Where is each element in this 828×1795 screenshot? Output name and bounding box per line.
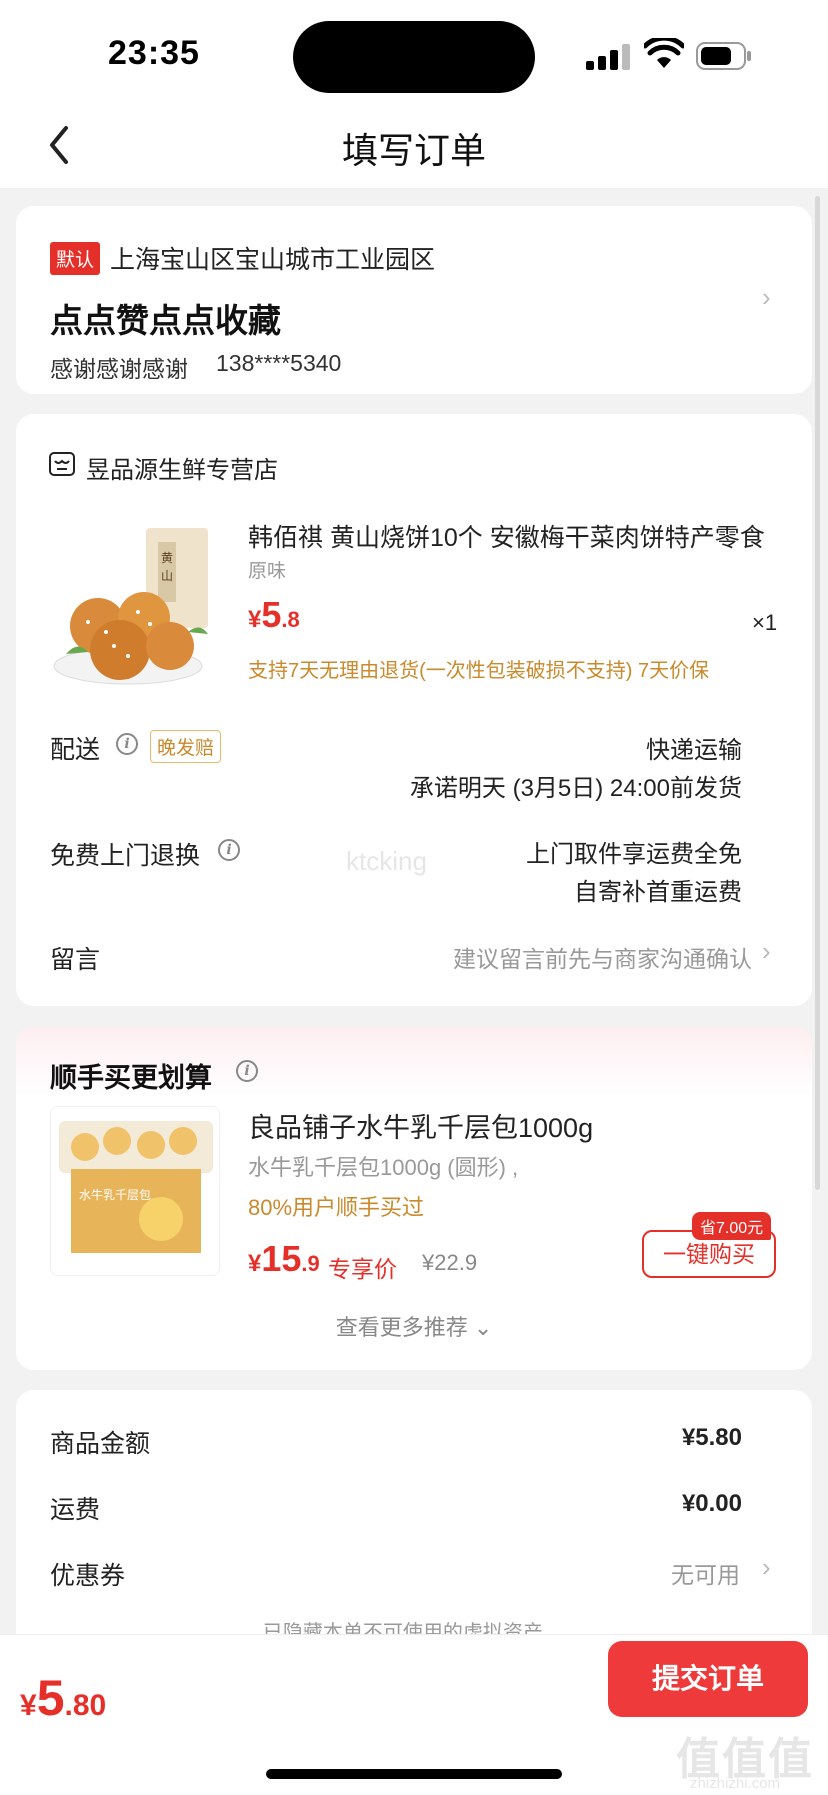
scrollbar[interactable] [815, 196, 820, 1190]
wifi-icon [644, 38, 684, 68]
corner-watermark-url: zhizhizhi.com [690, 1775, 781, 1792]
price-decimal: .9 [301, 1251, 320, 1276]
exclusive-price-label: 专享价 [328, 1256, 397, 1282]
product-quantity: ×1 [752, 610, 778, 635]
price-symbol: ¥ [20, 1689, 37, 1722]
delivery-method: 快递运输 [646, 737, 742, 764]
price-integer: 15 [261, 1238, 302, 1279]
free-return-label: 免费上门退换 [50, 842, 201, 870]
remark-label: 留言 [50, 946, 101, 974]
total-price: ¥5.80 [20, 1669, 106, 1727]
info-icon[interactable]: i [218, 839, 240, 861]
battery-icon [696, 42, 751, 70]
recommended-product-spec[interactable]: 水牛乳千层包1000g (圆形) , [248, 1150, 518, 1182]
contact-phone: 138****5340 [216, 350, 342, 376]
coupon-value[interactable]: 无可用 [671, 1556, 740, 1590]
chevron-right-icon: › [762, 936, 771, 966]
address-region: 上海宝山区宝山城市工业园区 [110, 246, 436, 274]
chevron-right-icon: › [762, 1552, 771, 1582]
price-symbol: ¥ [248, 1250, 262, 1277]
address-detail: 点点赞点点收藏 [50, 302, 281, 339]
dynamic-island [293, 21, 535, 93]
savings-badge: 省7.00元 [692, 1212, 772, 1240]
price-integer: 5 [261, 594, 282, 635]
price-integer: 5 [36, 1670, 65, 1726]
recommendation-card: 顺手买更划算 i 水牛乳千层包 良品铺子水牛乳千层包1000g 水牛乳千层包10… [16, 1026, 812, 1370]
delivery-label: 配送 [50, 736, 101, 764]
goods-amount-value: ¥5.80 [681, 1424, 742, 1451]
return-self-ship-info: 自寄补首重运费 [574, 879, 742, 906]
recommended-product-image[interactable]: 水牛乳千层包 [50, 1106, 220, 1276]
status-time: 23:35 [108, 34, 200, 72]
coupon-label: 优惠券 [50, 1562, 126, 1590]
store-icon [49, 452, 75, 476]
service-promise[interactable]: 支持7天无理由退货(一次性包装破损不支持) 7天价保 [248, 654, 709, 683]
shipping-fee-value: ¥0.00 [681, 1490, 742, 1517]
shop-name[interactable]: 昱品源生鲜专营店 [86, 450, 278, 485]
chevron-down-icon: ⌄ [473, 1315, 493, 1340]
late-compensation-badge: 晚发赔 [150, 730, 222, 763]
price-decimal: .8 [281, 607, 300, 632]
svg-text:黄: 黄 [161, 551, 173, 565]
more-recommendations-label: 查看更多推荐 [335, 1315, 468, 1340]
info-icon[interactable]: i [116, 733, 138, 755]
status-bar: 23:35 [0, 0, 828, 100]
return-pickup-info: 上门取件享运费全免 [526, 841, 742, 868]
recommended-price: ¥15.9 [248, 1238, 320, 1280]
chevron-right-icon: › [762, 282, 771, 312]
svg-text:水牛乳千层包: 水牛乳千层包 [79, 1187, 151, 1202]
product-image[interactable]: 黄 山 [48, 514, 228, 694]
product-title[interactable]: 韩佰祺 黄山烧饼10个 安徽梅干菜肉饼特产零食 [248, 518, 768, 554]
contact-name: 感谢感谢感谢 [50, 356, 188, 382]
recommended-users-stat: 80%用户顺手买过 [248, 1195, 425, 1220]
original-price: ¥22.9 [422, 1250, 478, 1275]
submit-order-button[interactable]: 提交订单 [608, 1641, 808, 1717]
price-decimal: .80 [64, 1689, 107, 1722]
remark-input[interactable]: 建议留言前先与商家沟通确认 [453, 940, 752, 974]
delivery-promise: 承诺明天 (3月5日) 24:00前发货 [409, 775, 742, 802]
shop-card: 昱品源生鲜专营店 黄 山 韩佰祺 黄山烧饼10个 安徽梅干菜肉饼特产零食 原味 … [16, 414, 812, 1006]
info-icon[interactable]: i [236, 1060, 258, 1082]
recommended-product-name[interactable]: 良品铺子水牛乳千层包1000g [248, 1106, 593, 1145]
default-address-badge: 默认 [50, 242, 101, 275]
goods-amount-label: 商品金额 [50, 1430, 151, 1458]
watermark-text: ktcking [346, 846, 427, 876]
address-card[interactable]: 默认 上海宝山区宝山城市工业园区 点点赞点点收藏 感谢感谢感谢 138****5… [16, 206, 812, 394]
page-title: 填写订单 [341, 130, 486, 171]
home-indicator[interactable] [266, 1769, 562, 1779]
checkout-bar: ¥5.80 提交订单 值值值 zhizhizhi.com [0, 1634, 828, 1795]
recommendation-title: 顺手买更划算 [50, 1063, 212, 1093]
shipping-fee-label: 运费 [50, 1496, 101, 1524]
more-recommendations-link[interactable]: 查看更多推荐 ⌄ [16, 1310, 812, 1342]
cellular-signal-icon [586, 44, 632, 70]
svg-text:山: 山 [161, 569, 173, 583]
nav-bar: 填写订单 [0, 100, 828, 188]
price-symbol: ¥ [248, 606, 262, 633]
order-summary-card: 商品金额 ¥5.80 运费 ¥0.00 优惠券 无可用 › 已隐藏本单不可使用的… [16, 1390, 812, 1650]
product-spec: 原味 [248, 561, 287, 582]
product-price: ¥5.8 [248, 594, 300, 636]
